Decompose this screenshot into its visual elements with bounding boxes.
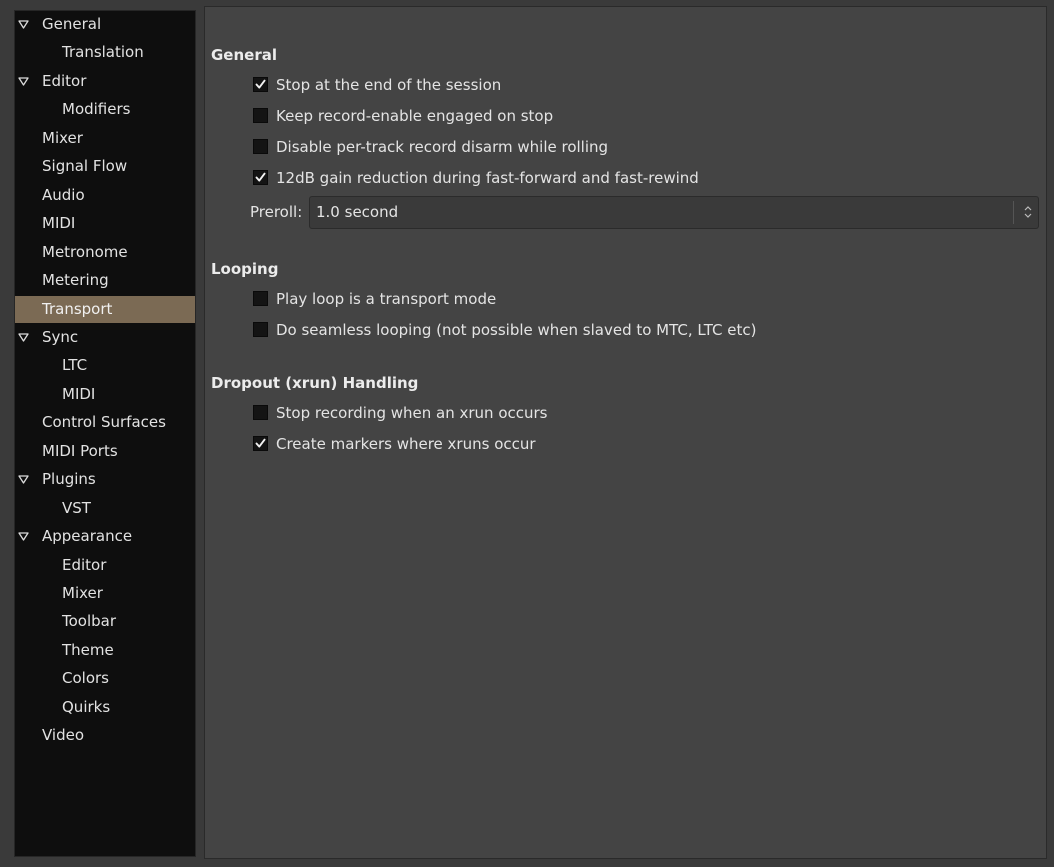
sidebar-item-midi[interactable]: MIDI <box>15 210 195 237</box>
sidebar-item-label: Mixer <box>62 584 103 602</box>
sidebar-item-metering[interactable]: Metering <box>15 267 195 294</box>
sidebar-item-mixer[interactable]: Mixer <box>15 580 195 607</box>
check-icon <box>255 438 266 448</box>
sidebar-item-modifiers[interactable]: Modifiers <box>15 96 195 123</box>
transport-preferences-panel: General Stop at the end of the session K… <box>204 6 1047 859</box>
expander-triangle-icon[interactable] <box>18 324 30 351</box>
sidebar-item-toolbar[interactable]: Toolbar <box>15 608 195 635</box>
select-divider <box>1013 201 1014 224</box>
preroll-value: 1.0 second <box>316 203 399 221</box>
sidebar-item-control-surfaces[interactable]: Control Surfaces <box>15 409 195 436</box>
sidebar-item-label: Translation <box>62 43 144 62</box>
spin-arrows-icon <box>1024 204 1032 224</box>
sidebar-item-sync[interactable]: Sync <box>15 324 195 351</box>
sidebar-item-label: Transport <box>42 299 113 318</box>
expander-triangle-icon[interactable] <box>18 466 30 493</box>
sidebar-item-label: Video <box>42 726 85 745</box>
sidebar-item-label: Colors <box>62 669 109 688</box>
sidebar-item-signal-flow[interactable]: Signal Flow <box>15 153 195 180</box>
sidebar-item-ltc[interactable]: LTC <box>15 352 195 379</box>
expander-triangle-icon[interactable] <box>18 523 30 550</box>
sidebar-item-midi[interactable]: MIDI <box>15 381 195 408</box>
sidebar-item-translation[interactable]: Translation <box>15 39 195 66</box>
check-icon <box>255 172 266 182</box>
sidebar-item-theme[interactable]: Theme <box>15 637 195 664</box>
sidebar-item-editor[interactable]: Editor <box>15 552 195 579</box>
expander-triangle-icon[interactable] <box>18 68 30 95</box>
sidebar-item-general[interactable]: General <box>15 11 195 38</box>
sidebar-item-quirks[interactable]: Quirks <box>15 694 195 721</box>
checkbox[interactable] <box>253 170 268 185</box>
sidebar-item-appearance[interactable]: Appearance <box>15 523 195 550</box>
sidebar-item-label: MIDI <box>62 384 96 403</box>
sidebar-item-label: Sync <box>42 327 79 346</box>
sidebar-item-label: Mixer <box>42 128 83 147</box>
sidebar-item-label: LTC <box>62 356 88 375</box>
sidebar-item-label: Metering <box>42 271 109 290</box>
sidebar-item-label: Metronome <box>42 242 128 261</box>
check-icon <box>255 79 266 89</box>
sidebar-item-label: Editor <box>62 555 107 574</box>
sidebar-item-label: Toolbar <box>62 612 117 631</box>
sidebar-item-label: Appearance <box>42 527 133 546</box>
sidebar-item-transport[interactable]: Transport <box>15 295 195 323</box>
checkbox[interactable] <box>253 108 268 123</box>
sidebar-item-label: Quirks <box>62 697 111 716</box>
sidebar-item-label: VST <box>62 498 91 517</box>
preroll-select[interactable]: 1.0 second <box>309 196 1039 229</box>
preferences-sidebar: General Translation Editor Modifiers Mixer Si… <box>14 10 196 857</box>
section-title-dropout: Dropout (xrun) Handling <box>211 374 419 392</box>
sidebar-item-label: Editor <box>42 71 87 90</box>
sidebar-item-label: Plugins <box>42 470 96 489</box>
sidebar-item-label: MIDI Ports <box>42 441 118 460</box>
checkbox[interactable] <box>253 405 268 420</box>
expander-triangle-icon[interactable] <box>18 11 30 38</box>
section-title-general: General <box>211 46 277 64</box>
sidebar-item-mixer[interactable]: Mixer <box>15 125 195 152</box>
sidebar-item-label: Control Surfaces <box>42 413 166 432</box>
sidebar-item-label: Audio <box>42 185 85 204</box>
sidebar-item-label: Theme <box>62 640 114 659</box>
sidebar-item-vst[interactable]: VST <box>15 495 195 522</box>
sidebar-item-label: General <box>42 15 102 33</box>
checkbox[interactable] <box>253 77 268 92</box>
preroll-label: Preroll: <box>250 203 303 221</box>
sidebar-item-colors[interactable]: Colors <box>15 665 195 692</box>
sidebar-item-audio[interactable]: Audio <box>15 182 195 209</box>
checkbox[interactable] <box>253 436 268 451</box>
sidebar-item-editor[interactable]: Editor <box>15 68 195 95</box>
sidebar-item-label: Modifiers <box>62 100 131 119</box>
sidebar-item-video[interactable]: Video <box>15 722 195 749</box>
checkbox[interactable] <box>253 322 268 337</box>
sidebar-item-label: Signal Flow <box>42 157 128 176</box>
sidebar-item-label: MIDI <box>42 214 76 233</box>
sidebar-item-midi-ports[interactable]: MIDI Ports <box>15 438 195 465</box>
sidebar-item-metronome[interactable]: Metronome <box>15 239 195 266</box>
checkbox[interactable] <box>253 291 268 306</box>
checkbox[interactable] <box>253 139 268 154</box>
sidebar-item-plugins[interactable]: Plugins <box>15 466 195 493</box>
section-title-looping: Looping <box>211 260 279 278</box>
